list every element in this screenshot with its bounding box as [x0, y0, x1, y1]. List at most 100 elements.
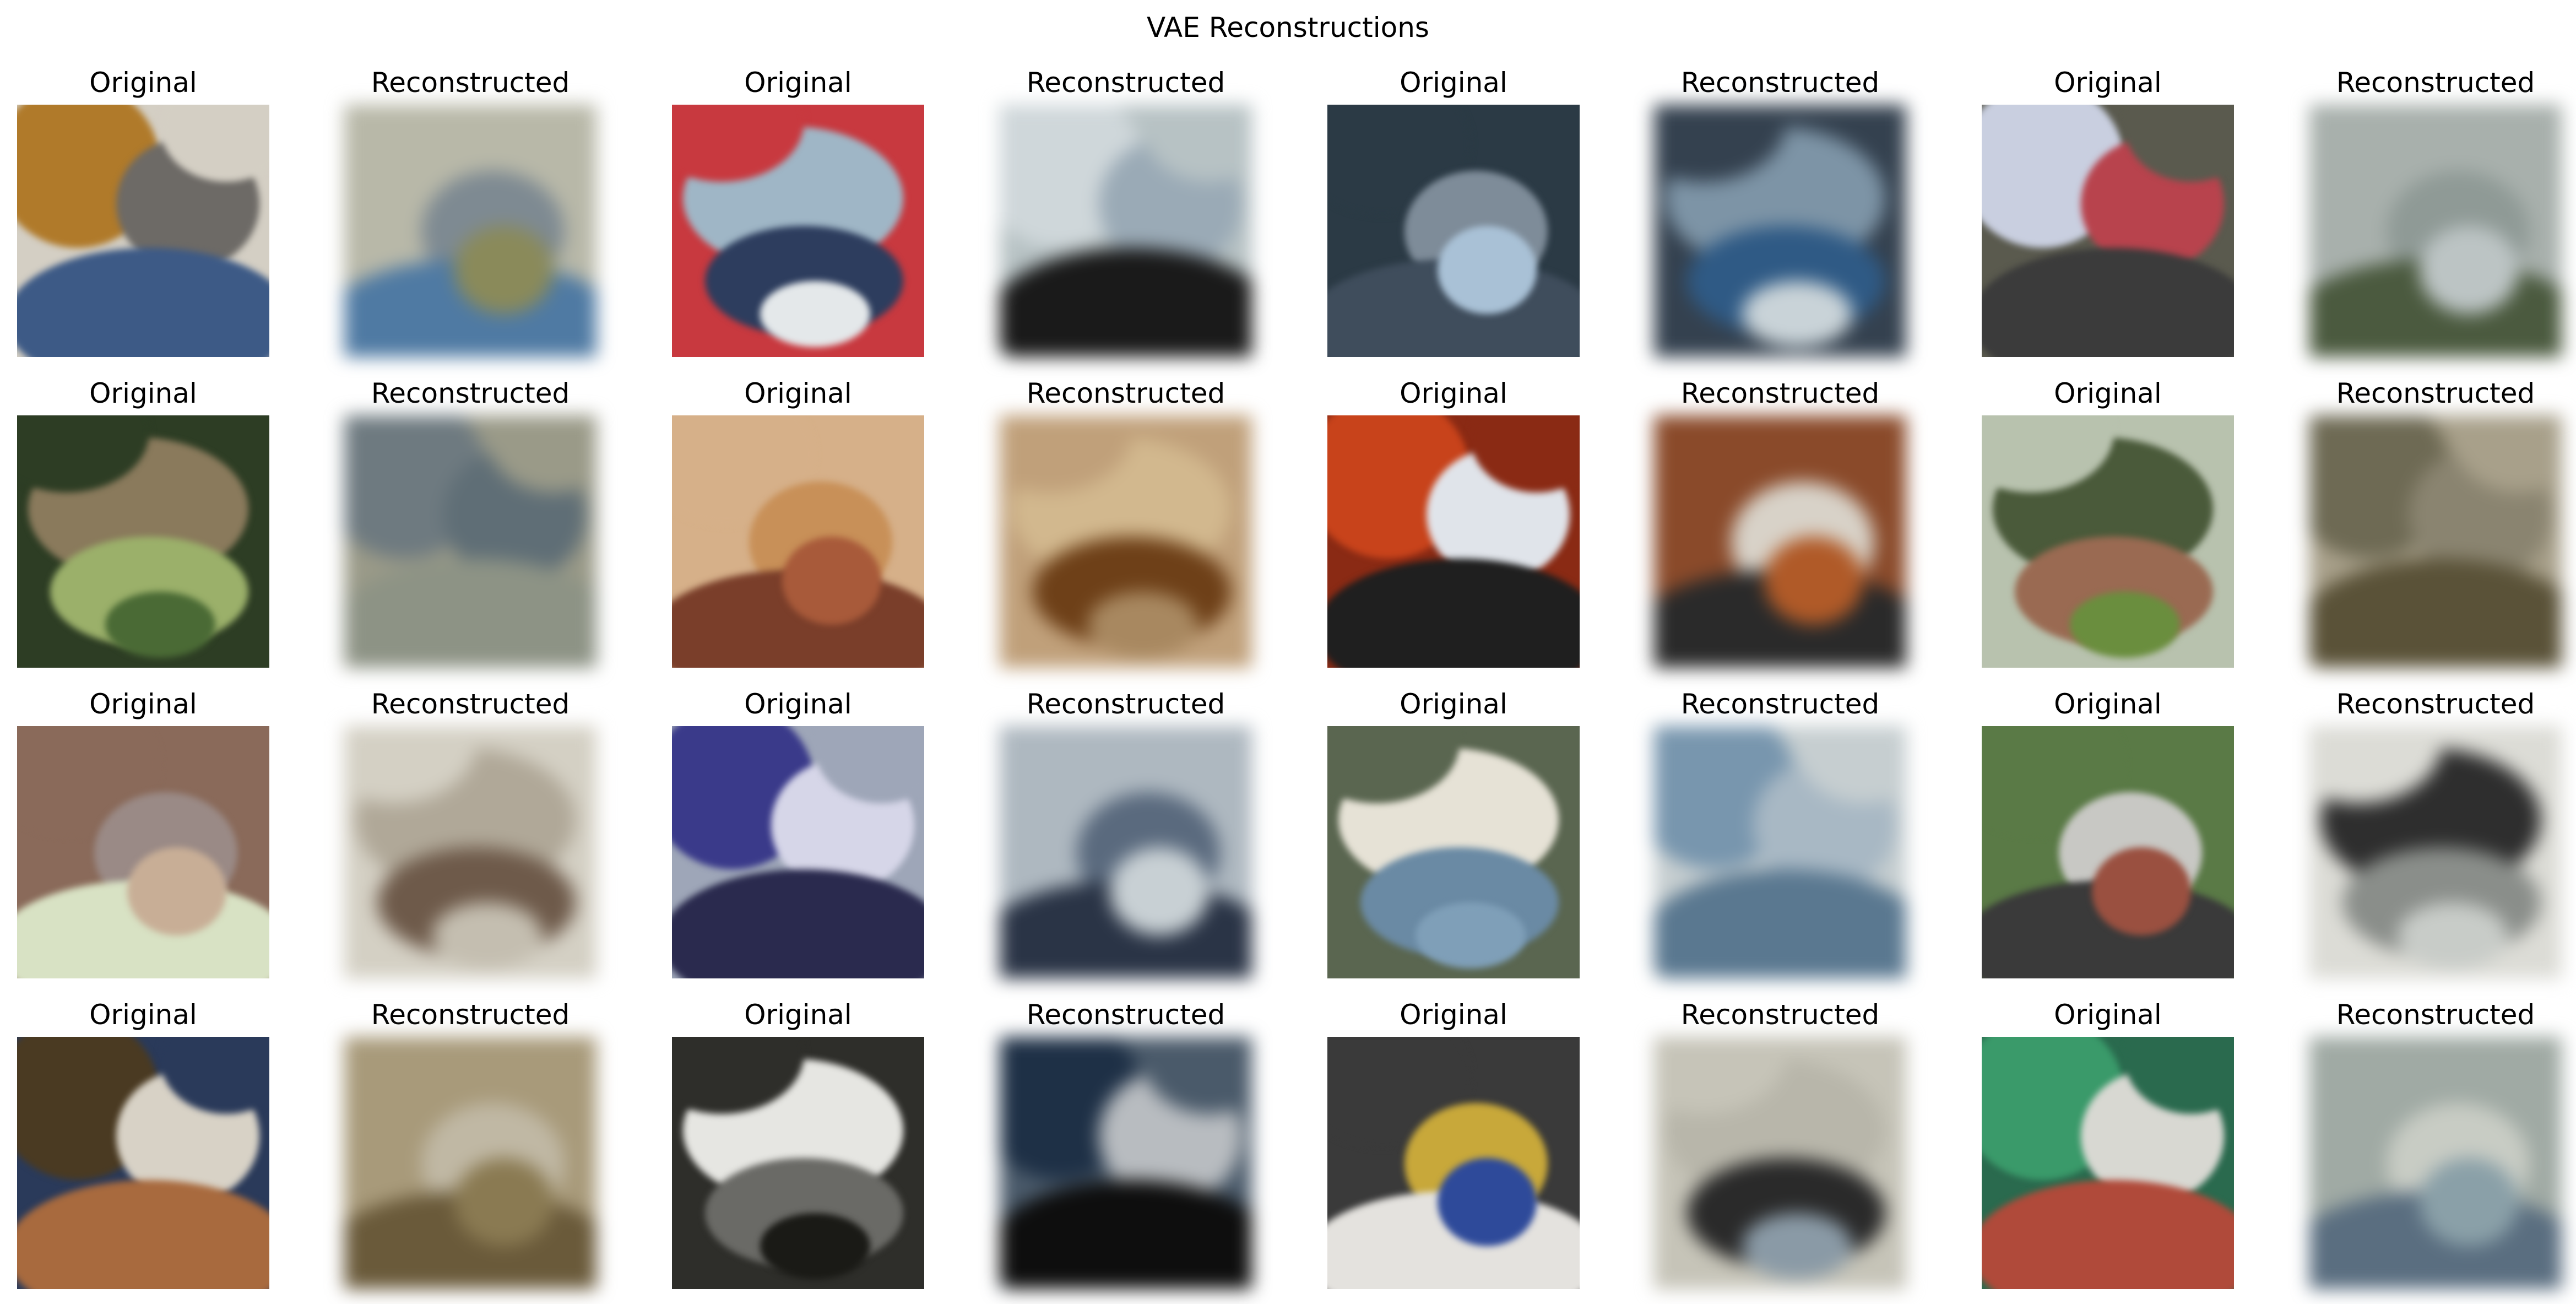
panel-r4-c7: Original	[1982, 997, 2234, 1289]
original-image	[1982, 726, 2234, 978]
panel-r4-c8: Reconstructed	[2309, 997, 2562, 1289]
image-region	[2070, 592, 2180, 658]
original-image	[1327, 105, 1580, 357]
image-region	[127, 847, 226, 935]
original-image	[17, 105, 269, 357]
panel-r3-c3: Original	[672, 686, 924, 978]
image-region	[1982, 248, 2234, 357]
panel-r2-c8: Reconstructed	[2309, 376, 2562, 668]
panel-title: Original	[744, 67, 852, 99]
reconstructed-image	[344, 1037, 596, 1289]
original-image	[1327, 726, 1580, 978]
reconstructed-image	[344, 105, 596, 357]
panel-r1-c5: Original	[1327, 65, 1580, 357]
image-region	[1438, 226, 1537, 314]
panel-title: Reconstructed	[1680, 377, 1880, 409]
panel-title: Reconstructed	[1026, 688, 1225, 720]
original-image	[672, 105, 924, 357]
image-region	[1438, 1158, 1537, 1246]
reconstructed-image	[2309, 415, 2562, 668]
panel-r3-c8: Reconstructed	[2309, 686, 2562, 978]
reconstructed-image	[1654, 726, 1906, 978]
panel-r2-c3: Original	[672, 376, 924, 668]
image-region	[1110, 847, 1209, 935]
image-region	[760, 1213, 870, 1279]
image-region	[1327, 559, 1580, 668]
panel-r1-c2: Reconstructed	[344, 65, 596, 357]
reconstructed-image	[2309, 105, 2562, 357]
image-region	[454, 1158, 554, 1246]
image-region	[454, 226, 554, 314]
image-region	[1000, 248, 1252, 357]
panel-title: Reconstructed	[2336, 377, 2535, 409]
panel-r3-c6: Reconstructed	[1654, 686, 1906, 978]
panel-title: Original	[89, 67, 197, 99]
panel-r2-c2: Reconstructed	[344, 376, 596, 668]
image-region	[1654, 869, 1906, 978]
reconstructed-image	[2309, 1037, 2562, 1289]
panel-title: Original	[744, 999, 852, 1031]
panel-r1-c7: Original	[1982, 65, 2234, 357]
panel-title: Reconstructed	[1680, 67, 1880, 99]
panel-title: Original	[2054, 688, 2162, 720]
reconstructed-image	[1000, 105, 1252, 357]
image-region	[672, 869, 924, 978]
image-region	[1416, 902, 1526, 968]
panel-r3-c1: Original	[17, 686, 269, 978]
panel-title: Reconstructed	[2336, 67, 2535, 99]
panel-title: Reconstructed	[2336, 688, 2535, 720]
panel-r4-c2: Reconstructed	[344, 997, 596, 1289]
panel-title: Original	[1400, 67, 1507, 99]
image-region	[1742, 1213, 1852, 1279]
original-image	[1327, 415, 1580, 668]
panel-title: Original	[1400, 688, 1507, 720]
panel-r2-c7: Original	[1982, 376, 2234, 668]
panel-title: Original	[744, 688, 852, 720]
image-region	[1982, 1180, 2234, 1289]
image-region	[1742, 281, 1852, 347]
panel-r1-c8: Reconstructed	[2309, 65, 2562, 357]
image-region	[2420, 226, 2519, 314]
panel-r3-c2: Reconstructed	[344, 686, 596, 978]
panel-r2-c5: Original	[1327, 376, 1580, 668]
reconstructed-image	[344, 415, 596, 668]
image-region	[105, 592, 215, 658]
panel-title: Original	[744, 377, 852, 409]
panel-r1-c1: Original	[17, 65, 269, 357]
panel-title: Original	[89, 688, 197, 720]
panel-r1-c6: Reconstructed	[1654, 65, 1906, 357]
reconstructed-image	[1654, 105, 1906, 357]
panel-title: Original	[2054, 999, 2162, 1031]
image-region	[432, 902, 543, 968]
panel-title: Reconstructed	[2336, 999, 2535, 1031]
panel-title: Reconstructed	[371, 999, 570, 1031]
panel-title: Reconstructed	[1026, 377, 1225, 409]
panel-r1-c4: Reconstructed	[1000, 65, 1252, 357]
panel-title: Reconstructed	[1680, 999, 1880, 1031]
panel-r3-c5: Original	[1327, 686, 1580, 978]
original-image	[672, 415, 924, 668]
image-region	[1088, 592, 1198, 658]
panel-r4-c6: Reconstructed	[1654, 997, 1906, 1289]
panel-title: Original	[1400, 377, 1507, 409]
image-region	[2398, 902, 2508, 968]
panel-r4-c1: Original	[17, 997, 269, 1289]
panel-r4-c3: Original	[672, 997, 924, 1289]
reconstructed-image	[344, 726, 596, 978]
image-region	[1764, 537, 1863, 625]
image-region	[2309, 559, 2562, 668]
original-image	[1982, 1037, 2234, 1289]
original-image	[17, 726, 269, 978]
panel-r3-c7: Original	[1982, 686, 2234, 978]
panel-r4-c5: Original	[1327, 997, 1580, 1289]
panel-r2-c1: Original	[17, 376, 269, 668]
panel-title: Original	[1400, 999, 1507, 1031]
original-image	[1327, 1037, 1580, 1289]
image-region	[2092, 847, 2191, 935]
image-region	[17, 1180, 269, 1289]
image-region	[760, 281, 870, 347]
reconstructed-image	[1000, 726, 1252, 978]
panel-title: Reconstructed	[1026, 999, 1225, 1031]
panel-title: Reconstructed	[371, 67, 570, 99]
reconstructed-image	[2309, 726, 2562, 978]
